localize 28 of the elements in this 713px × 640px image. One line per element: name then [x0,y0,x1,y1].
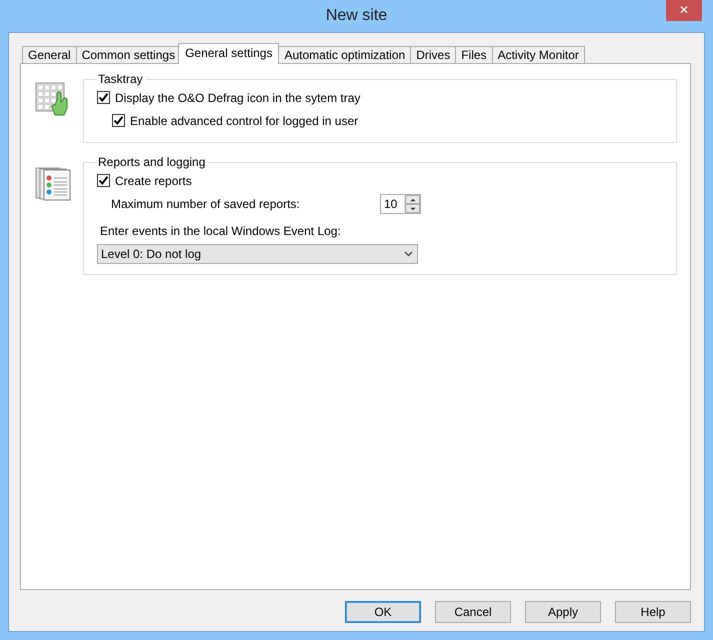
dialog-button[interactable]: Apply [525,601,601,623]
close-button[interactable]: ✕ [666,0,702,21]
checkbox-label[interactable]: Display the O&O Defrag icon in the sytem tray [115,88,360,106]
dropdown[interactable]: Level 0: Do not log [97,244,418,264]
caret-icon [404,251,413,257]
checkbox-label[interactable]: Create reports [115,172,192,190]
up-arrow-icon [408,196,416,202]
checkbox-label[interactable]: Enable advanced control for logged in user [130,112,358,130]
window-title: New site [326,6,388,26]
tab[interactable]: General settings [178,43,280,64]
number-spinner[interactable]: 10 [380,194,421,214]
dialog-button[interactable]: Cancel [435,601,511,623]
group-title: Reports and logging [97,155,206,169]
checkbox[interactable] [112,114,125,127]
down-arrow-icon [408,206,416,212]
spin-down-button[interactable] [405,204,420,213]
checkbox[interactable] [97,174,110,187]
dialog-button[interactable]: Help [615,601,691,623]
spin-up-button[interactable] [405,195,420,204]
group-title: Tasktray [97,72,144,86]
field-label: Enter events in the local Windows Event Log: [99,223,342,240]
tab[interactable]: Automatic optimization [278,46,412,64]
reports-icon [35,165,71,201]
dialog-button[interactable]: OK [345,601,421,623]
checkbox[interactable] [97,91,110,104]
field-label: Maximum number of saved reports: [111,196,300,213]
tab[interactable]: General [22,46,77,64]
tab[interactable]: Activity Monitor [492,46,585,64]
